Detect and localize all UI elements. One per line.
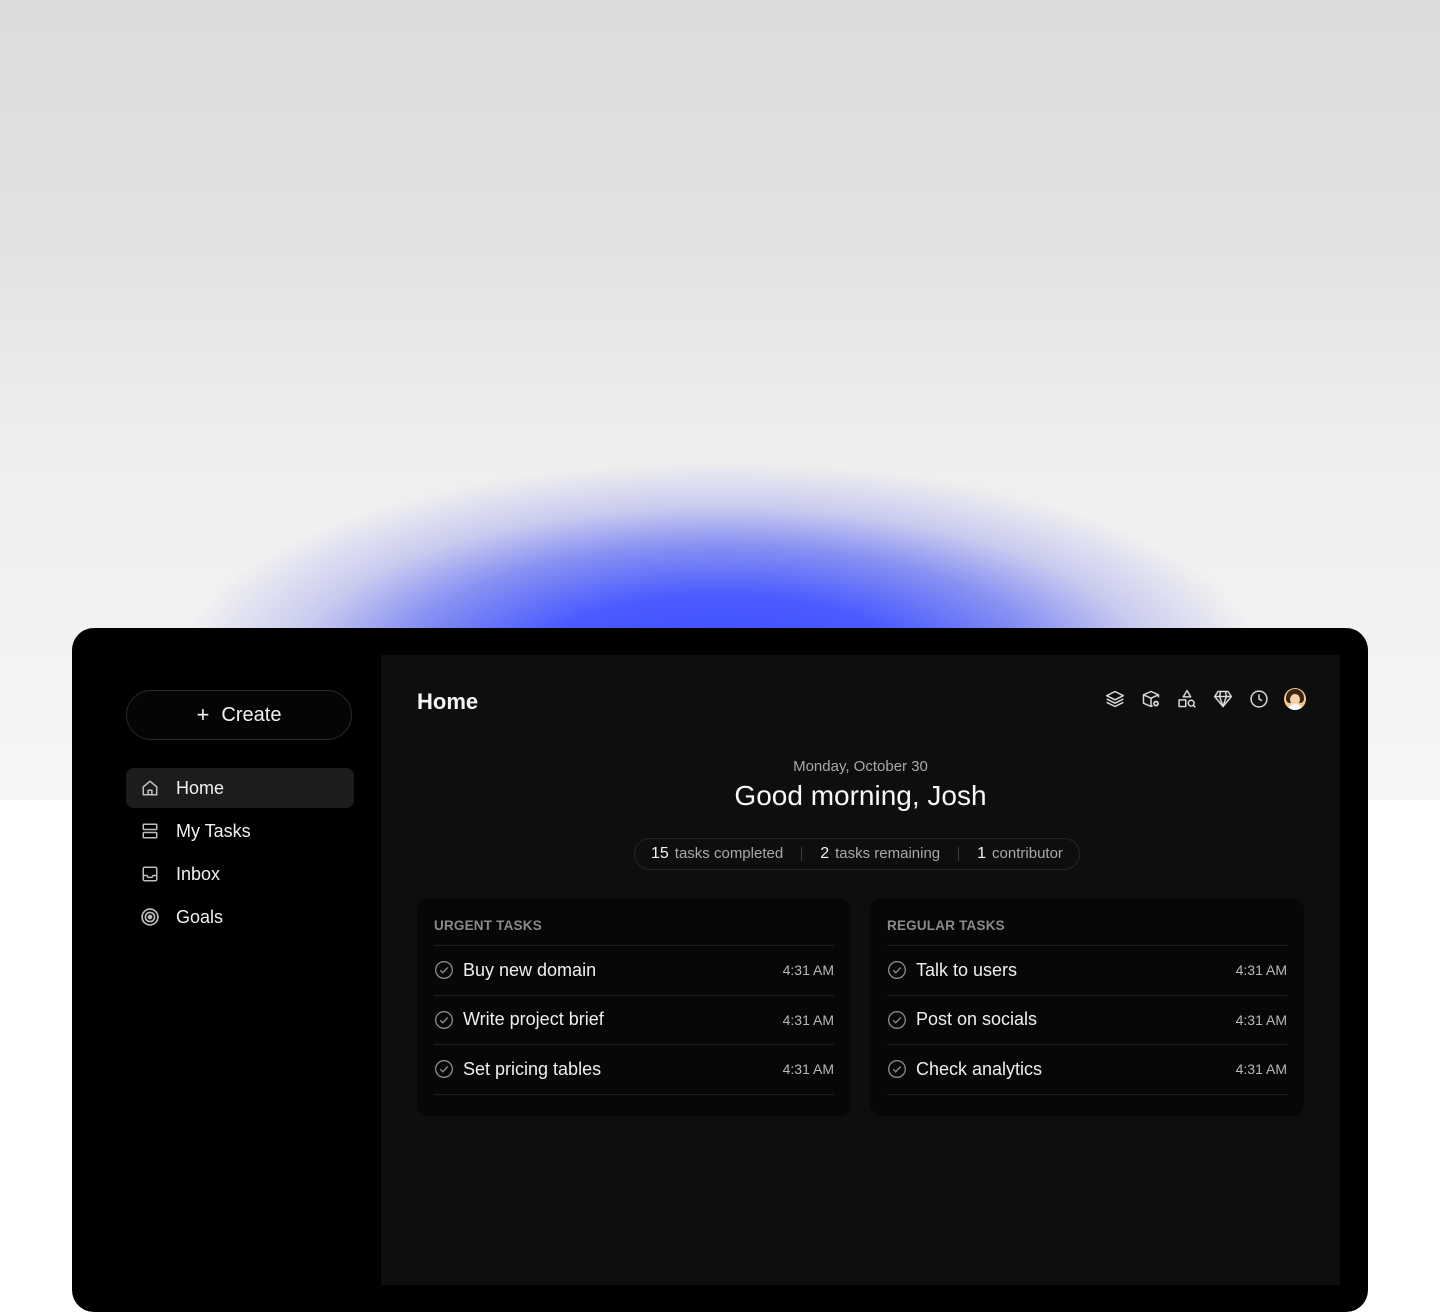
task-label: Write project brief (463, 1009, 604, 1030)
sidebar-item-label: Goals (176, 906, 224, 927)
stat-value: 1 (977, 845, 987, 862)
task-time: 4:31 AM (782, 1011, 834, 1028)
diamond-icon[interactable] (1212, 688, 1234, 710)
task-row[interactable]: Post on socials 4:31 AM (887, 996, 1287, 1045)
stat-completed: 15 tasks completed (651, 845, 783, 863)
stat-label: contributor (992, 845, 1063, 862)
sidebar-nav: Home My Tasks Inbox Goals (126, 768, 354, 937)
sidebar-item-label: My Tasks (176, 820, 251, 841)
shapes-search-icon[interactable] (1176, 688, 1198, 710)
toolbar (1104, 688, 1306, 710)
task-time: 4:31 AM (782, 1061, 834, 1078)
sidebar-item-inbox[interactable]: Inbox (126, 854, 354, 894)
date-line: Monday, October 30 (793, 758, 928, 775)
stat-label: tasks completed (674, 845, 784, 862)
check-circle-icon[interactable] (434, 1059, 454, 1079)
task-row[interactable]: Talk to users 4:31 AM (887, 946, 1287, 996)
avatar[interactable] (1284, 688, 1306, 710)
app-window: + Create Home My Tasks Inbox Goals Home … (72, 628, 1368, 1312)
card-title: URGENT TASKS (434, 916, 834, 946)
layers-icon[interactable] (1104, 688, 1126, 710)
task-label: Buy new domain (463, 959, 597, 980)
task-time: 4:31 AM (1235, 1061, 1287, 1078)
target-icon (140, 907, 160, 927)
check-circle-icon[interactable] (434, 960, 454, 980)
stat-value: 15 (651, 845, 669, 862)
stat-divider (801, 847, 803, 861)
sidebar-item-my-tasks[interactable]: My Tasks (126, 811, 354, 851)
task-label: Check analytics (916, 1058, 1043, 1079)
page-title: Home (417, 689, 479, 714)
task-time: 4:31 AM (1235, 1011, 1287, 1028)
task-row[interactable]: Check analytics 4:31 AM (887, 1045, 1287, 1095)
sidebar-item-label: Home (176, 777, 225, 798)
stat-remaining: 2 tasks remaining (820, 845, 940, 863)
clock-icon[interactable] (1248, 688, 1270, 710)
plus-icon: + (196, 702, 210, 727)
stats-pill: 15 tasks completed 2 tasks remaining 1 c… (634, 838, 1080, 870)
inbox-icon (140, 864, 160, 884)
check-circle-icon[interactable] (434, 1010, 454, 1030)
create-label: Create (221, 703, 282, 726)
check-circle-icon[interactable] (887, 960, 907, 980)
stat-value: 2 (820, 845, 830, 862)
sidebar-item-home[interactable]: Home (126, 768, 354, 808)
task-label: Set pricing tables (463, 1058, 602, 1079)
task-label: Post on socials (916, 1009, 1038, 1030)
sidebar-item-label: Inbox (176, 863, 221, 884)
card-title: REGULAR TASKS (887, 916, 1287, 946)
main-panel: Home Monday, October 30 Good morning, Jo… (381, 655, 1340, 1285)
task-time: 4:31 AM (782, 962, 834, 979)
stat-contributors: 1 contributor (977, 845, 1063, 863)
tasks-icon (140, 821, 160, 841)
task-row[interactable]: Set pricing tables 4:31 AM (434, 1045, 834, 1095)
sidebar: + Create Home My Tasks Inbox Goals (126, 690, 354, 937)
stat-label: tasks remaining (835, 845, 941, 862)
create-button[interactable]: + Create (126, 690, 352, 740)
stat-divider (958, 847, 960, 861)
check-circle-icon[interactable] (887, 1059, 907, 1079)
greeting-heading: Good morning, Josh (734, 780, 987, 811)
check-circle-icon[interactable] (887, 1010, 907, 1030)
task-time: 4:31 AM (1235, 962, 1287, 979)
task-row[interactable]: Write project brief 4:31 AM (434, 996, 834, 1045)
box-add-icon[interactable] (1140, 688, 1162, 710)
regular-tasks-card: REGULAR TASKS Talk to users 4:31 AM Post… (870, 898, 1304, 1116)
task-label: Talk to users (916, 959, 1018, 980)
urgent-tasks-card: URGENT TASKS Buy new domain 4:31 AM Writ… (417, 898, 851, 1116)
avatar-body (1287, 704, 1303, 710)
home-icon (140, 778, 160, 798)
task-row[interactable]: Buy new domain 4:31 AM (434, 946, 834, 996)
sidebar-item-goals[interactable]: Goals (126, 897, 354, 937)
